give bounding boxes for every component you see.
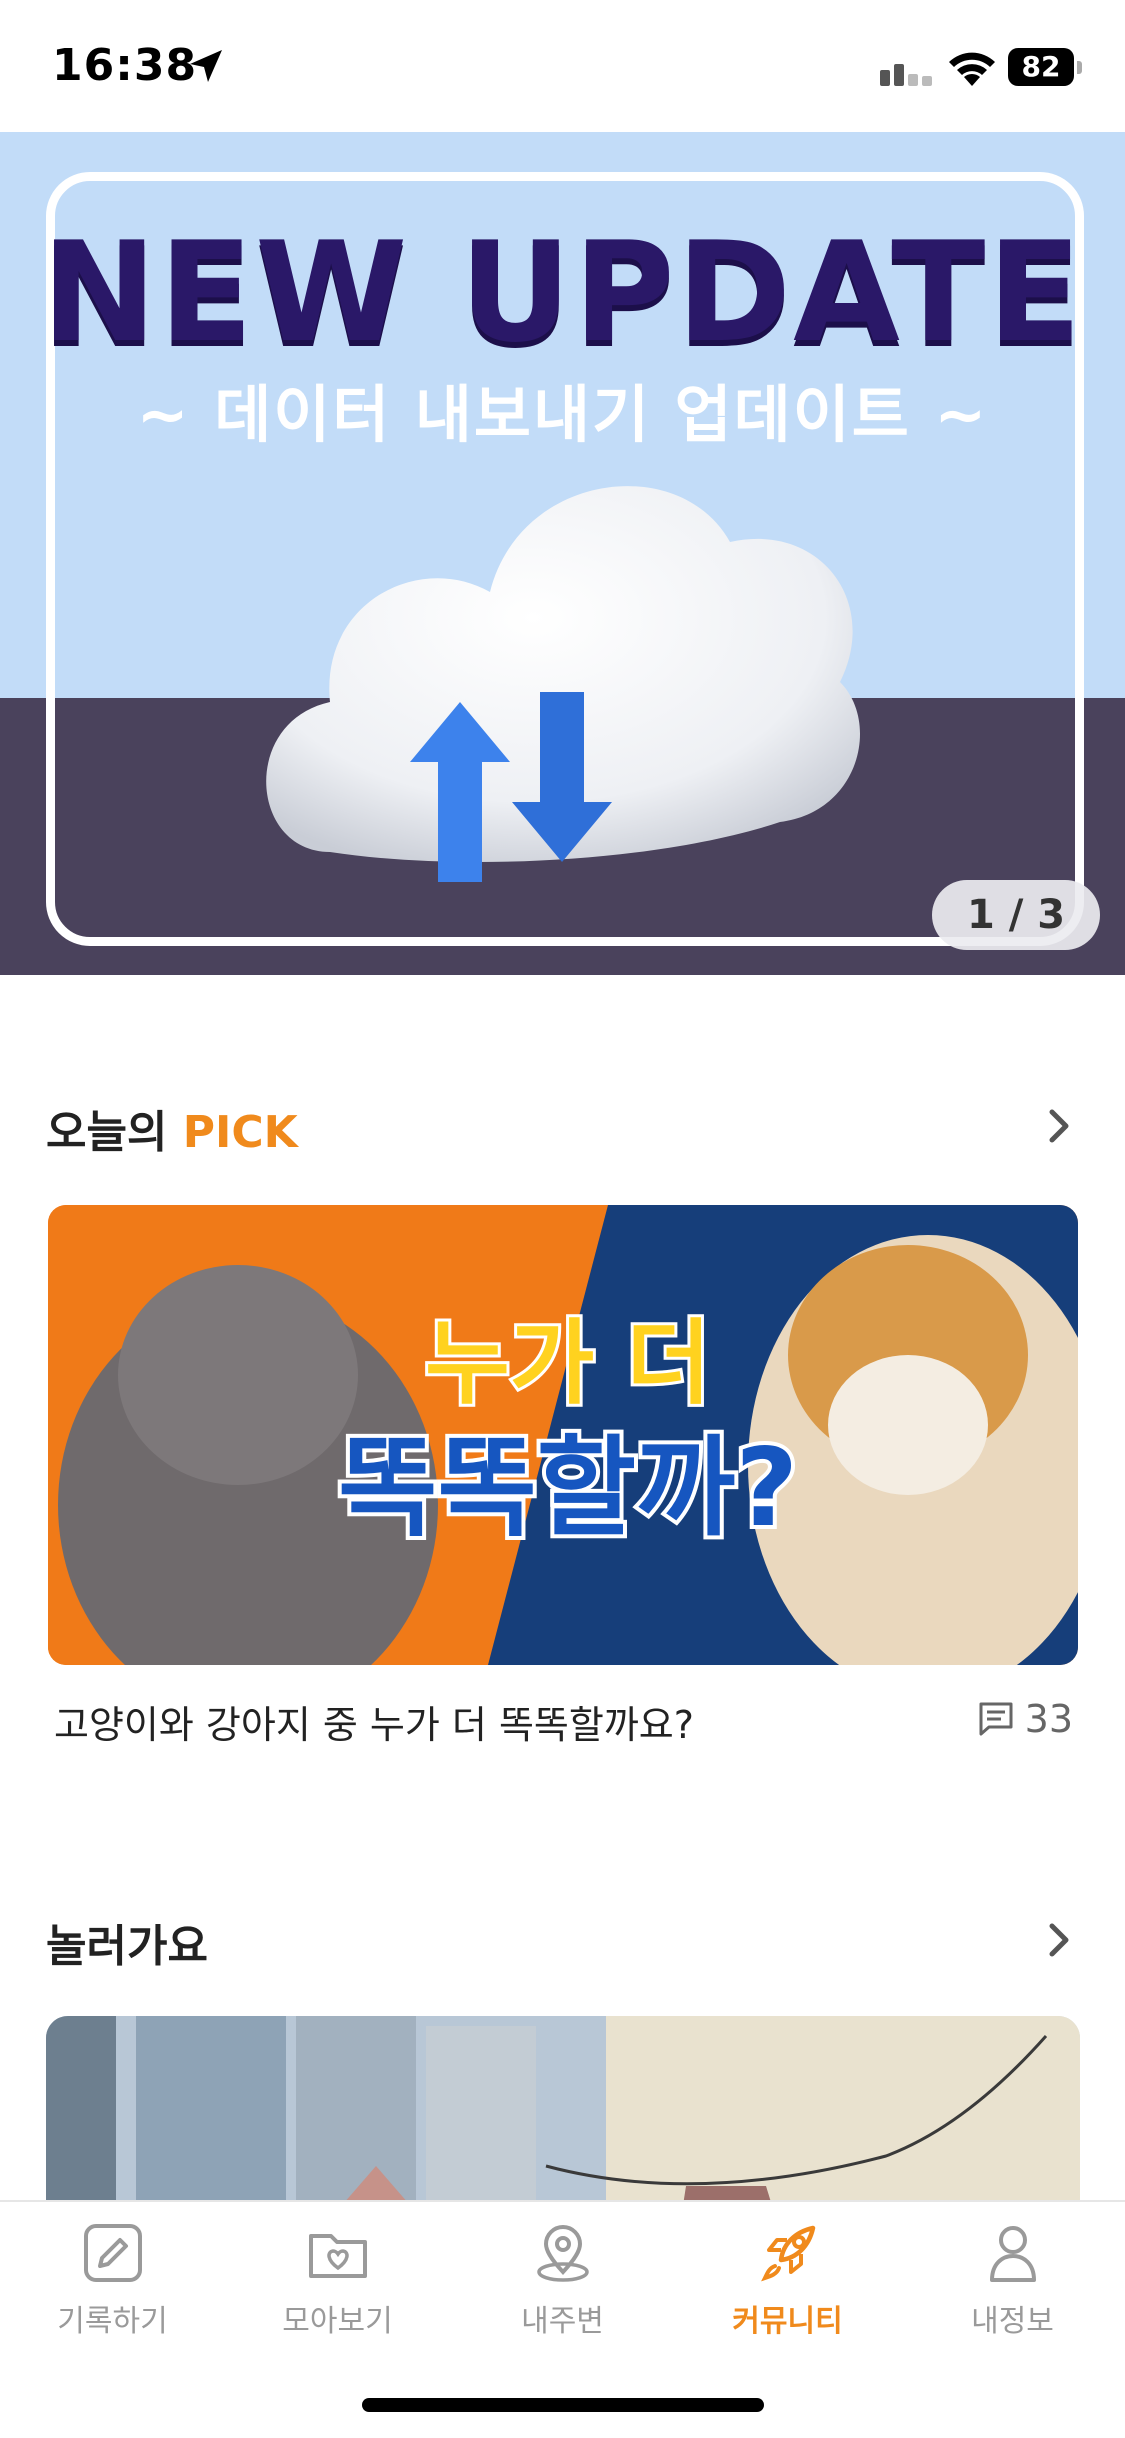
battery-icon: 82: [1008, 48, 1084, 88]
going-out-section-title: 놀러가요: [46, 1921, 208, 1972]
pick-section-title: 오늘의 PICK: [46, 1107, 298, 1158]
rocket-icon: [760, 2225, 815, 2282]
chevron-right-icon[interactable]: [1042, 1920, 1076, 1960]
status-time: 16:38: [52, 40, 198, 91]
tab-nearby[interactable]: 내주변: [450, 2220, 675, 2360]
cloud-sync-icon: [266, 486, 860, 882]
tab-community[interactable]: 커뮤니티: [675, 2220, 900, 2360]
tab-record-label: 기록하기: [57, 2304, 168, 2339]
tab-my-info[interactable]: 내정보: [900, 2220, 1125, 2360]
folder-heart-icon: [308, 2234, 367, 2278]
tab-nearby-label: 내주변: [521, 2304, 604, 2339]
map-pin-icon: [536, 2225, 589, 2282]
going-out-section-header[interactable]: 놀러가요: [46, 1910, 1076, 1972]
pick-card-line1: 누가 더: [425, 1310, 711, 1417]
battery-level: 82: [1008, 48, 1074, 86]
tab-collection-label: 모아보기: [282, 2304, 393, 2339]
person-icon: [989, 2226, 1036, 2282]
tab-my-info-label: 내정보: [971, 2304, 1054, 2339]
banner-page-counter: 1 / 3: [932, 880, 1100, 950]
pencil-icon: [83, 2224, 142, 2282]
pick-card-image[interactable]: 누가 더 똑똑할까?: [48, 1205, 1078, 1665]
pick-post-title[interactable]: 고양이와 강아지 중 누가 더 똑똑할까요?: [54, 1694, 694, 1749]
comment-count: 33: [977, 1694, 1073, 1744]
comment-count-value: 33: [1024, 1697, 1073, 1741]
promo-banner[interactable]: NEW UPDATE ~ 데이터 내보내기 업데이트 ~ 1 / 3: [0, 132, 1125, 975]
pick-card-line2: 똑똑할까?: [338, 1426, 798, 1551]
status-bar: 16:38 82: [0, 0, 1125, 132]
comment-icon: [979, 1702, 1013, 1736]
chevron-right-icon[interactable]: [1042, 1106, 1076, 1146]
wifi-icon: [949, 52, 995, 86]
banner-headline: NEW UPDATE: [41, 212, 1084, 373]
tab-record[interactable]: 기록하기: [0, 2220, 225, 2360]
home-indicator[interactable]: [362, 2398, 764, 2412]
tab-collection[interactable]: 모아보기: [225, 2220, 450, 2360]
tab-community-label: 커뮤니티: [732, 2304, 843, 2339]
signal-icon: [880, 64, 932, 86]
location-arrow-icon: [190, 50, 222, 82]
pick-section-header[interactable]: 오늘의 PICK: [46, 1096, 1076, 1158]
